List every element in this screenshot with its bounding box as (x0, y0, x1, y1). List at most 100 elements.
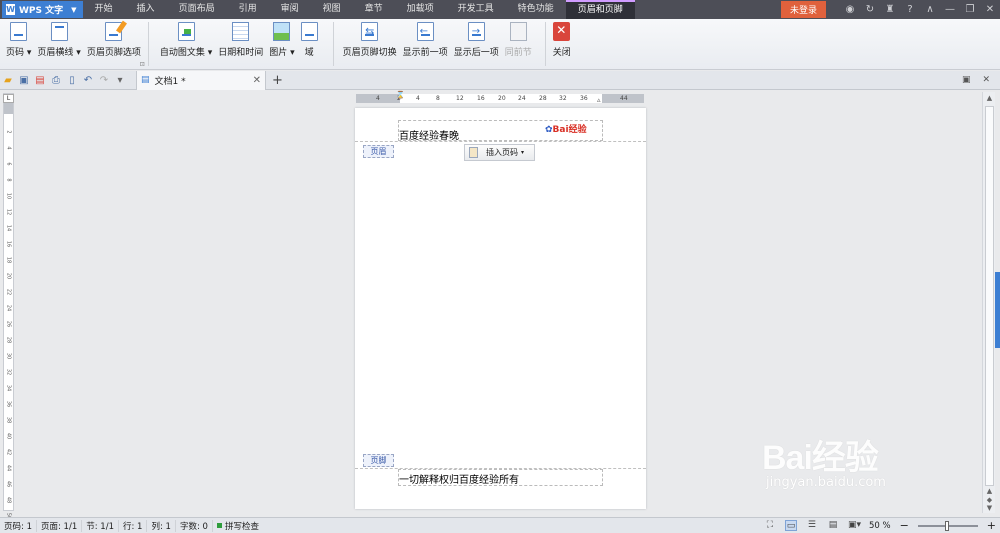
new-tab-icon[interactable]: + (272, 73, 283, 88)
web-view-icon[interactable]: ▤ (827, 520, 839, 531)
undo-icon[interactable]: ↶ (80, 75, 96, 86)
field-label: 域 (304, 48, 314, 58)
export-pdf-icon[interactable]: ▤ (32, 75, 48, 86)
status-page-number[interactable]: 页码: 1 (0, 519, 37, 532)
same-as-previous-button[interactable]: 同前节 (502, 19, 535, 70)
print-preview-icon[interactable]: ▯ (64, 75, 80, 86)
switch-header-footer-button[interactable]: 页眉页脚切换 (340, 19, 400, 70)
auto-text-button[interactable]: 自动图文集 ▾ (157, 19, 215, 70)
picture-button[interactable]: 图片 ▾ (266, 19, 297, 70)
close-header-footer-button[interactable]: 关闭 (550, 19, 574, 70)
collapse-ribbon-icon[interactable]: ∧ (920, 4, 940, 15)
save-icon[interactable]: ▣ (16, 75, 32, 86)
scroll-up-icon[interactable]: ▲ (983, 487, 996, 495)
side-panel-toggle[interactable] (995, 272, 1000, 348)
tab-menu-6[interactable]: 章节 (353, 0, 395, 19)
status-section[interactable]: 节: 1/1 (82, 519, 119, 532)
page-number-button[interactable]: 页码 ▾ (3, 19, 34, 70)
dialog-launcher-icon[interactable]: ⊡ (140, 61, 145, 68)
print-icon[interactable]: ⎙ (48, 75, 64, 86)
vertical-scrollbar[interactable]: ▲ ▲ ◆ ▼ (982, 92, 995, 513)
show-previous-label: 显示前一项 (402, 48, 448, 58)
tab-menu-9[interactable]: 特色功能 (506, 0, 566, 19)
tab-menu-10[interactable]: 页眉和页脚 (565, 0, 635, 19)
tab-menu-3[interactable]: 引用 (227, 0, 269, 19)
footer-tag: 页脚 (363, 454, 394, 467)
ruler-tick-label: 6 (5, 162, 12, 166)
ruler-tick-label: 26 (5, 320, 12, 328)
tab-document[interactable]: ▤ 文档1 * ✕ (136, 70, 266, 90)
header-line-button[interactable]: 页眉横线 ▾ (34, 19, 83, 70)
customize-toolbar-icon[interactable]: ▾ (112, 75, 128, 86)
document-page[interactable]: 百度经验春晚 ✿Bai经验 页眉 插入页码 ▾ 页脚 一切解释权归百度经验所有 (355, 108, 646, 509)
zoom-level[interactable]: 50 % (869, 521, 891, 531)
tab-menu-0[interactable]: 开始 (83, 0, 125, 19)
header-footer-options-button[interactable]: 页眉页脚选项 (84, 19, 144, 70)
close-label: 关闭 (552, 48, 571, 58)
app-menu-button[interactable]: W WPS 文字 ▼ (2, 1, 83, 18)
scroll-up-icon[interactable]: ▲ (983, 94, 996, 102)
skin-icon[interactable]: ♜ (880, 4, 900, 15)
ruler-tick-label: 44 (620, 95, 628, 102)
status-pages[interactable]: 页面: 1/1 (37, 519, 83, 532)
scrollbar-thumb[interactable] (985, 106, 994, 486)
show-next-button[interactable]: 显示后一项 (451, 19, 502, 70)
sync-icon[interactable]: ↻ (860, 4, 880, 15)
document-icon: ▤ (141, 75, 150, 85)
close-window-icon[interactable]: ✕ (980, 4, 1000, 15)
help-icon[interactable]: ? (900, 4, 920, 15)
zoom-slider[interactable] (917, 520, 978, 531)
reading-view-icon[interactable]: ▣▾ (848, 520, 861, 531)
status-column[interactable]: 列: 1 (147, 519, 176, 532)
ruler-tick-label: 46 (5, 480, 12, 488)
gift-icon[interactable]: ◉ (840, 4, 860, 15)
document-tab-bar: ▰ ▣ ▤ ⎙ ▯ ↶ ↷ ▾ ▤ 文档1 * ✕ + ▣ ✕ (0, 70, 1000, 90)
redo-icon[interactable]: ↷ (96, 75, 112, 86)
restore-icon[interactable]: ❐ (960, 4, 980, 15)
zoom-slider-handle[interactable] (944, 520, 949, 531)
window-list-icon[interactable]: ▣ (962, 75, 971, 85)
scroll-down-icon[interactable]: ▼ (983, 504, 996, 512)
right-indent-marker-icon[interactable]: ▵ (597, 96, 601, 104)
switch-header-footer-label: 页眉页脚切换 (342, 48, 397, 58)
status-word-count[interactable]: 字数: 0 (176, 519, 213, 532)
calendar-icon (232, 22, 250, 41)
tab-menu-5[interactable]: 视图 (311, 0, 353, 19)
tab-menu-1[interactable]: 插入 (125, 0, 167, 19)
ruler-tick-label: 4 (376, 95, 380, 102)
tab-stop-selector-icon[interactable]: L (3, 94, 14, 103)
ruler-tick-label: 44 (5, 464, 12, 472)
minimize-icon[interactable]: — (940, 4, 960, 15)
tab-menu-7[interactable]: 加载项 (395, 0, 446, 19)
chevron-down-icon: ▾ (521, 149, 525, 156)
ruler-tick-label: 28 (5, 336, 12, 344)
status-row[interactable]: 行: 1 (119, 519, 148, 532)
tab-menu-8[interactable]: 开发工具 (446, 0, 506, 19)
date-time-button[interactable]: 日期和时间 (215, 19, 266, 70)
close-tab-icon[interactable]: ✕ (253, 75, 261, 86)
indent-marker-icon[interactable]: ⌛ (396, 91, 405, 99)
login-button[interactable]: 未登录 (780, 1, 826, 18)
tab-menu-4[interactable]: 审阅 (269, 0, 311, 19)
header-tag: 页眉 (363, 145, 394, 158)
previous-page-icon[interactable]: ◆ (983, 496, 996, 504)
header-text[interactable]: 百度经验春晚 (399, 127, 459, 142)
insert-page-number-button[interactable]: 插入页码 ▾ (464, 144, 535, 161)
page-view-icon[interactable]: ▭ (784, 520, 797, 531)
tab-collapse-icon[interactable]: ✕ (982, 75, 990, 85)
zoom-out-icon[interactable]: − (900, 519, 909, 532)
tab-menu-2[interactable]: 页面布局 (167, 0, 227, 19)
ruler-tick-label: 30 (5, 352, 12, 360)
ruler-tick-label: 32 (559, 95, 567, 102)
outline-view-icon[interactable]: ☰ (806, 520, 818, 531)
show-previous-button[interactable]: 显示前一项 (400, 19, 451, 70)
zoom-in-icon[interactable]: + (987, 519, 996, 532)
field-button[interactable]: 域 (298, 19, 321, 70)
ruler-tick-label: 24 (518, 95, 526, 102)
header-footer-options-label: 页眉页脚选项 (86, 48, 141, 58)
spell-check-button[interactable]: 拼写检查 (213, 520, 259, 532)
full-screen-icon[interactable]: ⛶ (764, 520, 776, 531)
footer-text[interactable]: 一切解释权归百度经验所有 (399, 471, 519, 486)
date-time-label: 日期和时间 (218, 48, 264, 58)
open-folder-icon[interactable]: ▰ (0, 75, 16, 86)
